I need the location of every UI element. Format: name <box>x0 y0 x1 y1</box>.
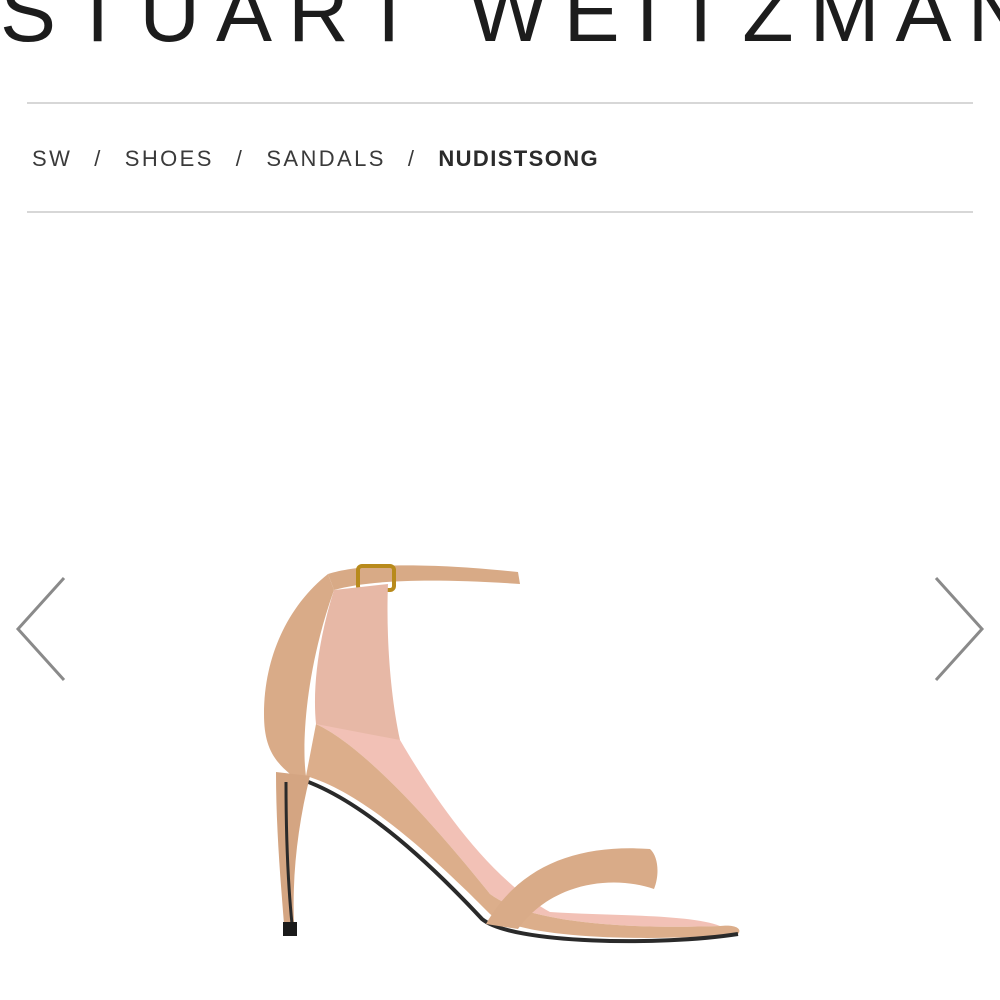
breadcrumb-link-sandals[interactable]: SANDALS <box>266 146 386 172</box>
chevron-left-icon <box>15 576 66 682</box>
breadcrumb-current: NUDISTSONG <box>438 146 600 171</box>
breadcrumb-separator: / <box>235 146 245 171</box>
brand-logo[interactable]: STUART WEITZMAN <box>0 0 1000 62</box>
product-gallery <box>0 214 1000 1000</box>
chevron-right-icon <box>934 576 985 682</box>
previous-image-button[interactable] <box>12 574 72 684</box>
product-image <box>250 544 750 964</box>
header-divider <box>27 102 973 104</box>
sandal-illustration <box>264 564 740 944</box>
breadcrumb-separator: / <box>94 146 103 171</box>
breadcrumb-divider <box>27 211 973 213</box>
breadcrumb: SW / SHOES / SANDALS / NUDISTSONG <box>32 145 599 173</box>
breadcrumb-separator: / <box>407 146 417 171</box>
next-image-button[interactable] <box>928 574 988 684</box>
breadcrumb-link-shoes[interactable]: SHOES <box>125 146 214 172</box>
breadcrumb-link-sw[interactable]: SW <box>32 146 72 172</box>
